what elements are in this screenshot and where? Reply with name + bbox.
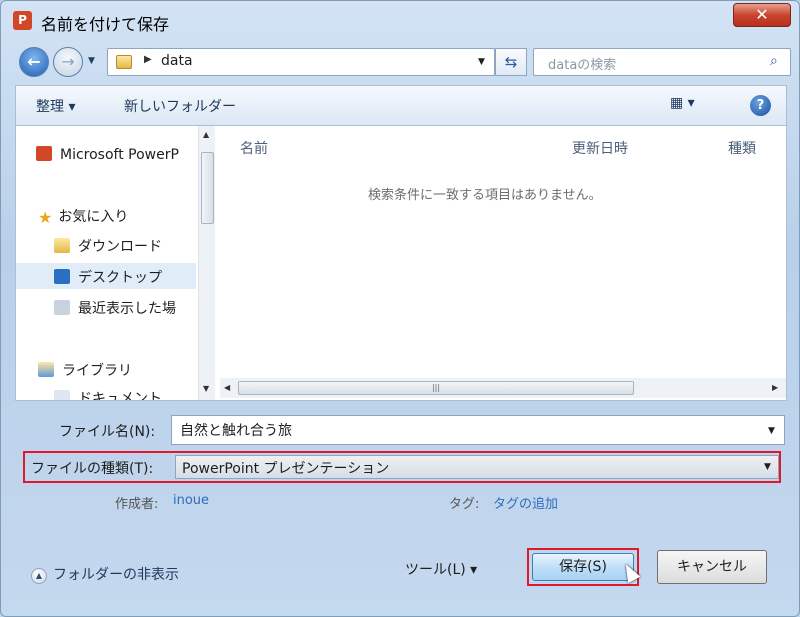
- empty-message: 検索条件に一致する項目はありません。: [368, 188, 602, 203]
- address-bar[interactable]: ▶ data ▼: [107, 48, 495, 76]
- tag-label: タグ:: [449, 497, 480, 512]
- save-as-dialog: P 名前を付けて保存 ✕ ← → ▼ ▶ data ▼ ⇆ dataの検索 ⌕ …: [0, 0, 800, 617]
- view-options-button[interactable]: ▦ ▾: [670, 95, 695, 111]
- nav-item-libraries[interactable]: ライブラリ: [38, 360, 132, 380]
- nav-item-label: 最近表示した場: [78, 301, 176, 317]
- nav-item-downloads[interactable]: ダウンロード: [54, 236, 162, 256]
- nav-item-label: Microsoft PowerP: [60, 147, 179, 163]
- collapse-icon: ▲: [31, 568, 47, 584]
- author-value[interactable]: inoue: [173, 493, 209, 508]
- filename-value: 自然と触れ合う旅: [180, 423, 292, 439]
- cancel-button[interactable]: キャンセル: [657, 550, 767, 584]
- documents-icon: [54, 390, 70, 400]
- nav-item-favorites[interactable]: ★ お気に入り: [38, 206, 129, 227]
- organize-menu[interactable]: 整理 ▾: [36, 96, 75, 116]
- help-icon[interactable]: ?: [750, 95, 771, 116]
- dialog-title: 名前を付けて保存: [41, 15, 170, 34]
- folder-icon: [116, 55, 132, 69]
- scroll-right-icon[interactable]: ▶: [772, 383, 778, 392]
- filetype-label: ファイルの種類(T):: [31, 461, 154, 477]
- address-row: ← → ▼ ▶ data ▼ ⇆ dataの検索 ⌕: [9, 43, 793, 79]
- nav-item-recent-places[interactable]: 最近表示した場: [54, 298, 176, 318]
- nav-item-documents[interactable]: ドキュメント: [54, 388, 162, 400]
- column-header-name[interactable]: 名前: [240, 138, 268, 158]
- libraries-icon: [38, 362, 54, 377]
- star-icon: ★: [38, 208, 53, 227]
- desktop-icon: [54, 269, 70, 284]
- add-tag-link[interactable]: タグの追加: [493, 493, 558, 512]
- hide-folders-label: フォルダーの非表示: [53, 567, 179, 583]
- nav-item-desktop[interactable]: デスクトップ: [54, 267, 162, 287]
- hide-folders-button[interactable]: ▲ フォルダーの非表示: [31, 564, 179, 584]
- breadcrumb-separator-icon[interactable]: ▶: [144, 54, 152, 65]
- close-button[interactable]: ✕: [733, 3, 791, 27]
- search-icon[interactable]: ⌕: [770, 53, 778, 69]
- filename-input[interactable]: 自然と触れ合う旅 ▼: [171, 415, 785, 445]
- back-button[interactable]: ←: [19, 47, 49, 77]
- horizontal-scroll-thumb[interactable]: |||: [238, 381, 634, 395]
- powerpoint-app-icon: P: [13, 11, 32, 30]
- filetype-dropdown-icon[interactable]: ▼: [764, 462, 771, 472]
- title-bar: P 名前を付けて保存 ✕: [1, 1, 799, 39]
- filename-dropdown-icon[interactable]: ▼: [768, 426, 775, 436]
- nav-item-label: ドキュメント: [78, 391, 162, 400]
- navigation-pane: Microsoft PowerP ★ お気に入り ダウンロード デスクトップ 最近…: [16, 126, 198, 400]
- nav-vertical-scrollbar[interactable]: ▲ ▼: [198, 126, 215, 400]
- recent-places-icon: [54, 300, 70, 315]
- nav-item-label: ライブラリ: [62, 363, 132, 379]
- search-input[interactable]: dataの検索 ⌕: [533, 48, 791, 76]
- scroll-up-icon[interactable]: ▲: [203, 130, 209, 139]
- search-placeholder: dataの検索: [548, 58, 617, 73]
- filetype-highlight: ファイルの種類(T): PowerPoint プレゼンテーション ▼: [23, 451, 781, 483]
- tools-menu[interactable]: ツール(L) ▾: [405, 559, 477, 579]
- refresh-button[interactable]: ⇆: [495, 48, 527, 76]
- breadcrumb-current[interactable]: data: [161, 53, 193, 69]
- command-bar: 整理 ▾ 新しいフォルダー ▦ ▾ ?: [15, 85, 787, 125]
- filetype-value: PowerPoint プレゼンテーション: [182, 461, 390, 477]
- browser-pane: Microsoft PowerP ★ お気に入り ダウンロード デスクトップ 最近…: [15, 125, 787, 401]
- nav-item-label: お気に入り: [58, 209, 129, 225]
- nav-item-label: デスクトップ: [78, 270, 162, 286]
- nav-item-powerpoint[interactable]: Microsoft PowerP: [36, 146, 179, 163]
- address-dropdown-icon[interactable]: ▼: [478, 57, 485, 67]
- column-header-modified[interactable]: 更新日時: [572, 138, 628, 158]
- scroll-left-icon[interactable]: ◀: [224, 383, 230, 392]
- author-label: 作成者:: [115, 497, 159, 512]
- scroll-down-icon[interactable]: ▼: [203, 384, 209, 393]
- file-list: 名前 更新日時 種類 検索条件に一致する項目はありません。 ◀ ||| ▶: [216, 126, 786, 400]
- recent-pages-dropdown-icon[interactable]: ▼: [88, 56, 95, 66]
- nav-item-label: ダウンロード: [78, 239, 162, 255]
- filetype-select[interactable]: PowerPoint プレゼンテーション ▼: [175, 455, 779, 479]
- downloads-icon: [54, 238, 70, 253]
- powerpoint-icon: [36, 146, 52, 161]
- new-folder-button[interactable]: 新しいフォルダー: [124, 96, 236, 116]
- horizontal-scrollbar[interactable]: ◀ ||| ▶: [220, 378, 786, 398]
- forward-button[interactable]: →: [53, 47, 83, 77]
- filename-label: ファイル名(N):: [59, 424, 156, 440]
- column-header-type[interactable]: 種類: [728, 138, 756, 158]
- scroll-thumb[interactable]: [201, 152, 214, 224]
